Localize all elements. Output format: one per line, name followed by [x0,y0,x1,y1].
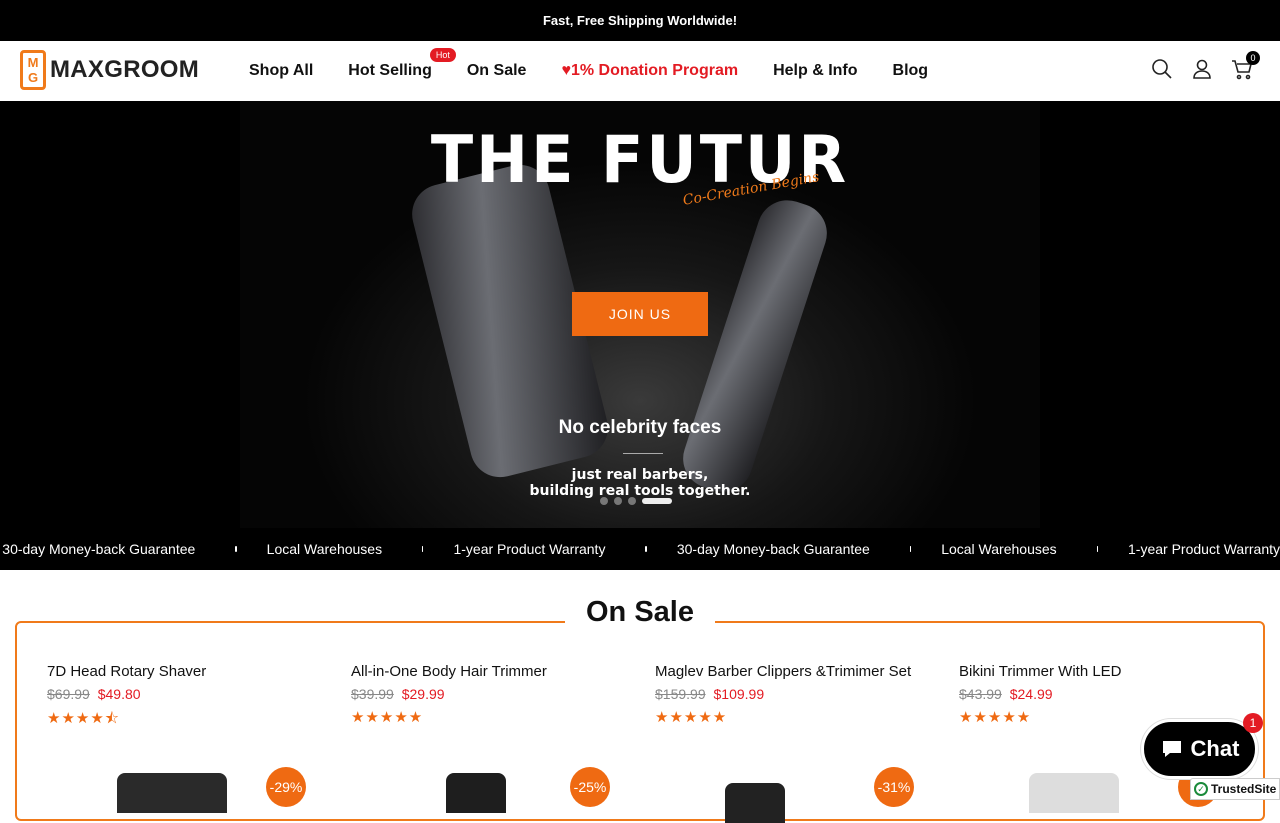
product-name[interactable]: Bikini Trimmer With LED [959,663,1239,680]
on-sale-title: On Sale [565,596,715,629]
product-image[interactable] [1029,773,1119,813]
join-us-button[interactable]: JOIN US [572,292,708,336]
product-image[interactable] [117,773,227,813]
slide-dot-4[interactable] [642,498,672,504]
chat-button[interactable]: Chat [1141,719,1258,779]
heart-icon: ♥ [561,62,571,79]
nav-help[interactable]: Help & Info [773,62,857,80]
brand-name: MAXGROOM [50,56,200,83]
marquee-separator [1096,546,1099,552]
product-image[interactable] [725,783,785,823]
product-prices: $159.99 $109.99 [655,686,935,702]
cart-icon[interactable]: 0 [1230,51,1260,81]
marquee-item: 1-year Product Warranty [453,541,606,557]
header-icons: 0 [1134,51,1260,81]
marquee-separator [235,546,237,552]
product-rating-stars: ★★★★★ [655,709,728,726]
marquee-item: 30-day Money-back Guarantee [676,541,870,557]
nav-hot-selling[interactable]: Hot Selling Hot [348,48,456,80]
announcement-bar: Fast, Free Shipping Worldwide! [0,0,1280,41]
product-price: $49.80 [97,686,141,702]
slide-dot-2[interactable] [614,497,622,505]
search-icon[interactable] [1150,57,1174,81]
hero-title: THE FUTUR [430,121,850,198]
product-old-price: $39.99 [351,686,394,702]
hero-subtext-line1: just real barbers, [571,467,709,483]
slide-dot-1[interactable] [600,497,608,505]
product-old-price: $43.99 [959,686,1002,702]
product-image[interactable] [446,773,506,813]
check-icon: ✓ [1194,782,1208,796]
marquee-separator [422,546,424,552]
chat-bubble-icon [1162,741,1181,757]
product-card[interactable]: Bikini Trimmer With LED $43.99 $24.99 ★★… [959,663,1239,813]
product-name[interactable]: 7D Head Rotary Shaver [47,663,327,680]
marquee-item: 1-year Product Warranty [1128,541,1280,557]
discount-badge: -29% [266,767,306,807]
trustedsite-badge[interactable]: ✓ TrustedSite [1190,778,1280,800]
brand-logo[interactable]: M G MAXGROOM [20,50,199,90]
slider-dots [600,497,678,505]
product-prices: $43.99 $24.99 [959,686,1239,702]
marquee-separator [909,546,912,552]
product-card[interactable]: Maglev Barber Clippers &Trimimer Set $15… [655,663,935,823]
marquee-item: Local Warehouses [266,541,383,557]
clipper-right-image [675,192,835,500]
product-prices: $39.99 $29.99 [351,686,631,702]
product-old-price: $69.99 [47,686,90,702]
site-header: M G MAXGROOM Shop All Hot Selling Hot On… [0,41,1280,101]
slide-dot-3[interactable] [628,497,636,505]
hot-badge: Hot [429,48,456,62]
chat-unread-badge: 1 [1243,713,1263,733]
product-name[interactable]: Maglev Barber Clippers &Trimimer Set [655,663,935,680]
product-price: $24.99 [1009,686,1053,702]
product-rating-stars: ★★★★★ [351,709,424,726]
chat-label: Chat [1190,736,1240,761]
product-card[interactable]: All-in-One Body Hair Trimmer $39.99 $29.… [351,663,631,813]
hero-subtitle: No celebrity faces [558,417,722,438]
product-old-price: $159.99 [655,686,706,702]
marquee-item: Local Warehouses [941,541,1057,557]
benefits-marquee: 30-day Money-back Guarantee Local Wareho… [0,528,1280,570]
nav-on-sale[interactable]: On Sale [467,62,527,80]
nav-donation-label: 1% Donation Program [570,62,739,79]
product-rating-stars: ★★★★⯪ [47,710,120,727]
product-price: $29.99 [401,686,445,702]
product-price: $109.99 [713,686,765,702]
nav-hot-selling-label: Hot Selling [348,62,432,79]
trustedsite-label: TrustedSite [1211,782,1277,796]
nav-donation[interactable]: ♥1% Donation Program [561,62,738,80]
cart-count-badge: 0 [1246,51,1260,65]
hero-banner[interactable]: THE FUTUR Co-Creation Begins JOIN US No … [0,101,1280,528]
product-name[interactable]: All-in-One Body Hair Trimmer [351,663,631,680]
main-nav: Shop All Hot Selling Hot On Sale ♥1% Don… [249,41,963,101]
nav-shop-all[interactable]: Shop All [249,62,313,80]
discount-badge: -25% [570,767,610,807]
announcement-text: Fast, Free Shipping Worldwide! [542,13,738,28]
product-prices: $69.99 $49.80 [47,686,327,702]
hero-divider [623,453,663,454]
discount-badge: -31% [874,767,914,807]
logo-mark-icon: M G [20,50,46,90]
user-icon[interactable] [1190,57,1214,81]
marquee-separator [645,546,647,552]
hero-subtext: just real barbers, building real tools t… [0,467,1280,499]
marquee-item: 30-day Money-back Guarantee [2,541,196,557]
product-card[interactable]: 7D Head Rotary Shaver $69.99 $49.80 ★★★★… [47,663,327,813]
nav-blog[interactable]: Blog [893,62,929,80]
